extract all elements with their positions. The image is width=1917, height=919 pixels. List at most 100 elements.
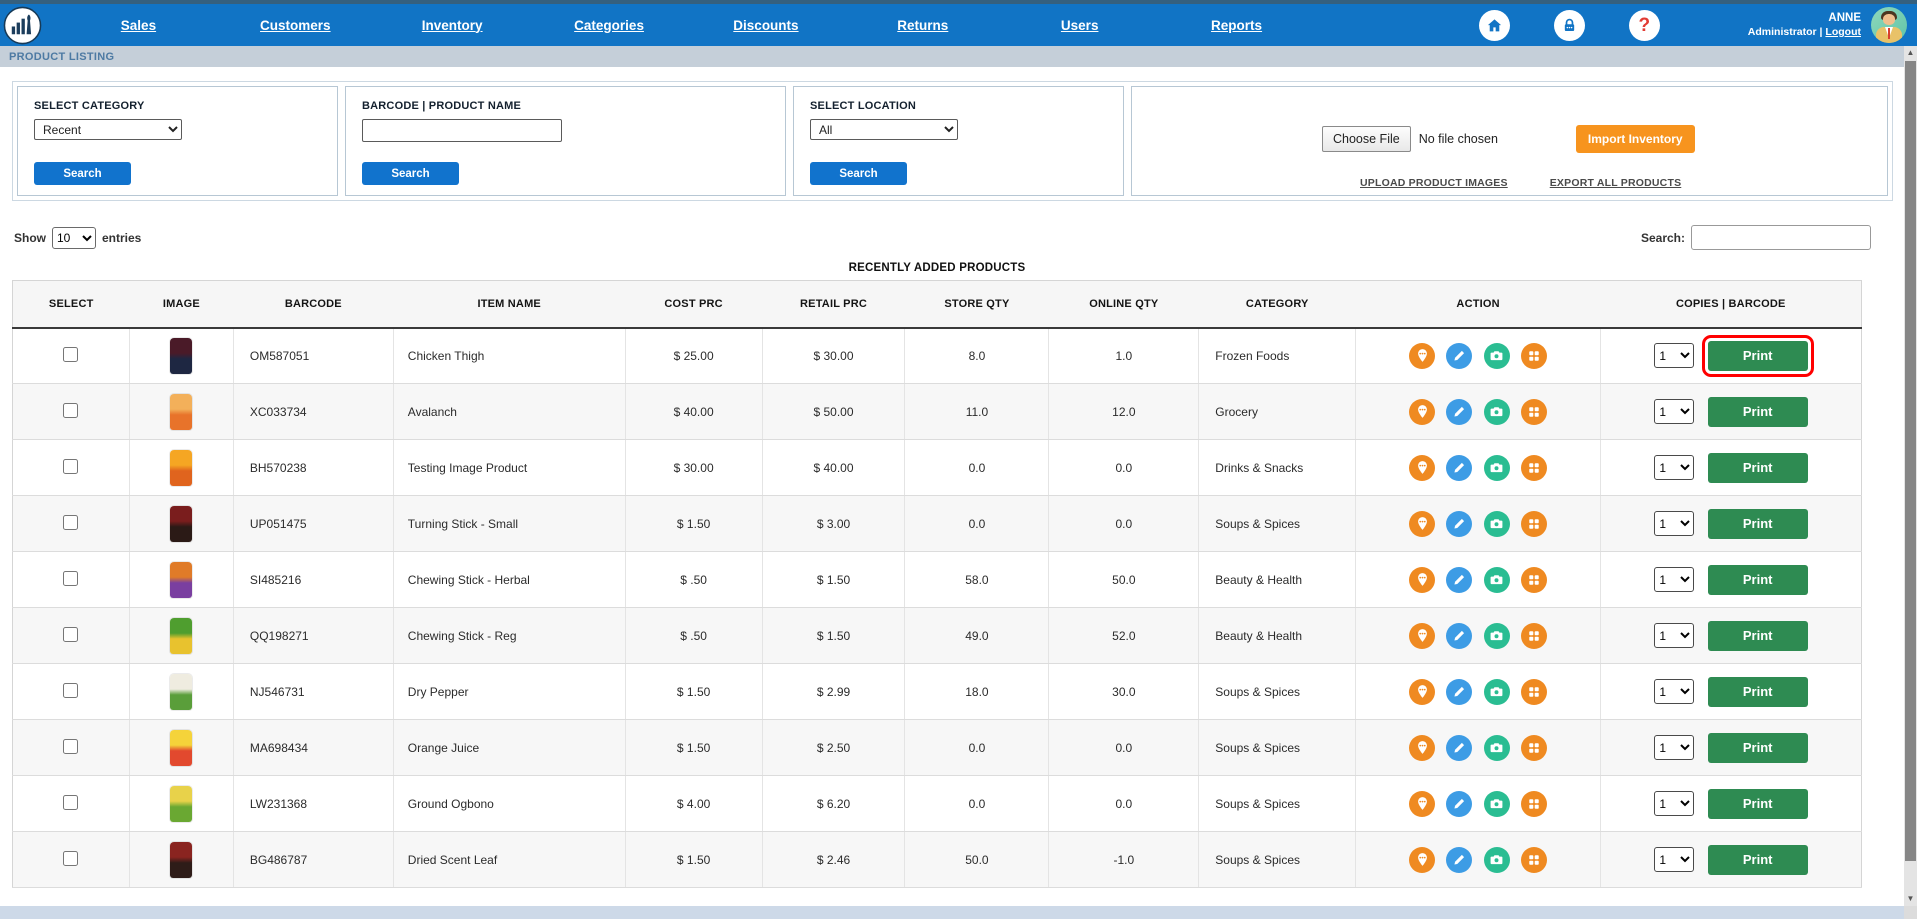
nav-item-reports[interactable]: Reports [1158, 18, 1315, 33]
row-select-checkbox[interactable] [63, 346, 79, 362]
camera-icon[interactable] [1483, 342, 1510, 369]
row-select-checkbox[interactable] [63, 794, 79, 810]
col-header-item-name[interactable]: ITEM NAME [393, 280, 626, 329]
camera-icon[interactable] [1483, 846, 1510, 873]
col-header-barcode[interactable]: BARCODE [233, 280, 394, 329]
nav-item-inventory[interactable]: Inventory [374, 18, 531, 33]
edit-pencil-icon[interactable] [1446, 342, 1473, 369]
nav-item-users[interactable]: Users [1001, 18, 1158, 33]
location-pin-icon[interactable] [1409, 678, 1436, 705]
nav-item-sales[interactable]: Sales [60, 18, 217, 33]
copies-select[interactable]: 1 [1654, 343, 1695, 369]
location-pin-icon[interactable] [1409, 510, 1436, 537]
print-button[interactable]: Print [1707, 676, 1808, 707]
row-select-checkbox[interactable] [63, 458, 79, 474]
camera-icon[interactable] [1483, 454, 1510, 481]
copies-select[interactable]: 1 [1654, 399, 1695, 424]
print-button[interactable]: Print [1701, 334, 1814, 377]
barcode-grid-icon[interactable] [1521, 790, 1548, 817]
copies-select[interactable]: 1 [1654, 791, 1695, 816]
barcode-grid-icon[interactable] [1521, 510, 1548, 537]
barcode-grid-icon[interactable] [1521, 846, 1548, 873]
nav-item-returns[interactable]: Returns [844, 18, 1001, 33]
category-search-button[interactable]: Search [34, 162, 131, 185]
category-select[interactable]: Recent [34, 119, 182, 140]
print-button[interactable]: Print [1707, 788, 1808, 819]
upload-product-images-link[interactable]: UPLOAD PRODUCT IMAGES [1360, 177, 1508, 189]
location-pin-icon[interactable] [1409, 342, 1436, 369]
row-select-checkbox[interactable] [63, 738, 79, 754]
entries-select[interactable]: 10 [52, 226, 96, 249]
camera-icon[interactable] [1483, 790, 1510, 817]
barcode-grid-icon[interactable] [1521, 622, 1548, 649]
row-select-checkbox[interactable] [63, 626, 79, 642]
camera-icon[interactable] [1483, 398, 1510, 425]
edit-pencil-icon[interactable] [1446, 398, 1473, 425]
copies-select[interactable]: 1 [1654, 735, 1695, 760]
edit-pencil-icon[interactable] [1446, 566, 1473, 593]
print-button[interactable]: Print [1707, 508, 1808, 539]
copies-select[interactable]: 1 [1654, 567, 1695, 592]
barcode-search-button[interactable]: Search [362, 162, 459, 185]
user-avatar[interactable] [1871, 7, 1907, 43]
col-header-store-qty[interactable]: STORE QTY [904, 280, 1049, 329]
copies-select[interactable]: 1 [1654, 679, 1695, 704]
export-all-products-link[interactable]: EXPORT ALL PRODUCTS [1550, 177, 1682, 189]
location-pin-icon[interactable] [1409, 622, 1436, 649]
edit-pencil-icon[interactable] [1446, 734, 1473, 761]
camera-icon[interactable] [1483, 734, 1510, 761]
row-select-checkbox[interactable] [63, 682, 79, 698]
row-select-checkbox[interactable] [63, 570, 79, 586]
table-search-input[interactable] [1691, 225, 1871, 250]
location-search-button[interactable]: Search [810, 162, 907, 185]
help-icon[interactable]: ? [1628, 9, 1660, 41]
horizontal-scrollbar[interactable] [0, 906, 1904, 919]
edit-pencil-icon[interactable] [1446, 510, 1473, 537]
lock-icon[interactable] [1553, 9, 1585, 41]
camera-icon[interactable] [1483, 566, 1510, 593]
copies-select[interactable]: 1 [1654, 847, 1695, 872]
barcode-grid-icon[interactable] [1521, 398, 1548, 425]
barcode-grid-icon[interactable] [1521, 454, 1548, 481]
col-header-retail-prc[interactable]: RETAIL PRC [762, 280, 905, 329]
print-button[interactable]: Print [1707, 396, 1808, 427]
location-pin-icon[interactable] [1409, 566, 1436, 593]
vertical-scrollbar[interactable]: ▲ ▼ [1904, 46, 1917, 906]
location-pin-icon[interactable] [1409, 846, 1436, 873]
edit-pencil-icon[interactable] [1446, 678, 1473, 705]
edit-pencil-icon[interactable] [1446, 622, 1473, 649]
nav-item-discounts[interactable]: Discounts [688, 18, 845, 33]
nav-item-categories[interactable]: Categories [531, 18, 688, 33]
print-button[interactable]: Print [1707, 620, 1808, 651]
barcode-grid-icon[interactable] [1521, 678, 1548, 705]
row-select-checkbox[interactable] [63, 850, 79, 866]
edit-pencil-icon[interactable] [1446, 454, 1473, 481]
barcode-grid-icon[interactable] [1521, 566, 1548, 593]
col-header-action[interactable]: ACTION [1355, 280, 1601, 329]
row-select-checkbox[interactable] [63, 402, 79, 418]
col-header-category[interactable]: CATEGORY [1198, 280, 1356, 329]
location-pin-icon[interactable] [1409, 398, 1436, 425]
row-select-checkbox[interactable] [63, 514, 79, 530]
barcode-grid-icon[interactable] [1521, 342, 1548, 369]
logout-link[interactable]: Logout [1825, 26, 1861, 38]
copies-select[interactable]: 1 [1654, 623, 1695, 648]
edit-pencil-icon[interactable] [1446, 790, 1473, 817]
print-button[interactable]: Print [1707, 844, 1808, 875]
col-header-image[interactable]: IMAGE [129, 280, 234, 329]
import-inventory-button[interactable]: Import Inventory [1575, 125, 1695, 153]
location-pin-icon[interactable] [1409, 790, 1436, 817]
copies-select[interactable]: 1 [1654, 511, 1695, 536]
copies-select[interactable]: 1 [1654, 455, 1695, 480]
col-header-cost-prc[interactable]: COST PRC [625, 280, 763, 329]
vertical-scrollbar-thumb[interactable] [1905, 61, 1916, 861]
location-pin-icon[interactable] [1409, 454, 1436, 481]
print-button[interactable]: Print [1707, 732, 1808, 763]
print-button[interactable]: Print [1707, 452, 1808, 483]
app-logo-icon[interactable] [3, 6, 42, 45]
col-header-select[interactable]: SELECT [12, 280, 130, 329]
print-button[interactable]: Print [1707, 564, 1808, 595]
camera-icon[interactable] [1483, 622, 1510, 649]
barcode-grid-icon[interactable] [1521, 734, 1548, 761]
scroll-down-arrow-icon[interactable]: ▼ [1904, 892, 1917, 906]
